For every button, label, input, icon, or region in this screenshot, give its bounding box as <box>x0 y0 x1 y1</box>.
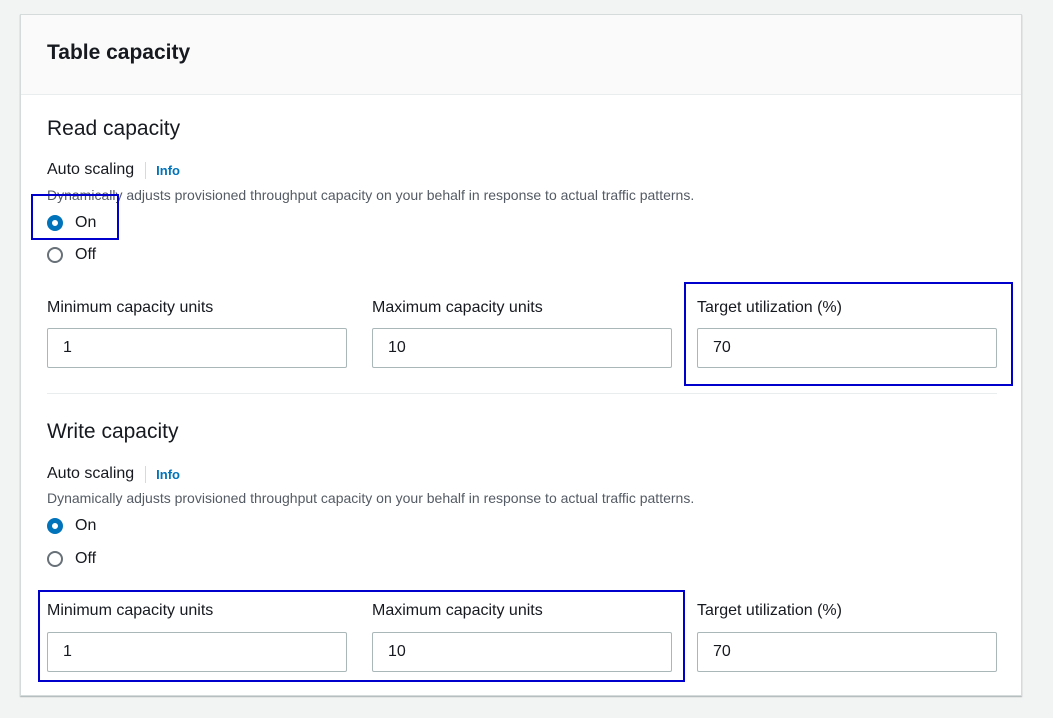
write-radio-off[interactable]: Off <box>47 550 96 568</box>
read-min-input[interactable] <box>47 328 347 368</box>
write-target-label: Target utilization (%) <box>697 602 842 619</box>
read-max-input[interactable] <box>372 328 672 368</box>
read-target-label: Target utilization (%) <box>697 299 842 316</box>
section-divider <box>47 393 997 394</box>
radio-checked-icon[interactable] <box>47 215 63 231</box>
write-target-input[interactable] <box>697 632 997 672</box>
write-max-input[interactable] <box>372 632 672 672</box>
divider <box>145 465 147 483</box>
radio-unchecked-icon[interactable] <box>47 551 63 567</box>
write-capacity-title: Write capacity <box>47 420 179 443</box>
read-info-link[interactable]: Info <box>156 163 180 178</box>
read-capacity-title: Read capacity <box>47 117 181 140</box>
read-auto-scaling-label-row: Auto scaling Info <box>47 161 180 179</box>
read-auto-scaling-label: Auto scaling <box>47 161 135 178</box>
write-info-link[interactable]: Info <box>156 467 180 482</box>
write-radio-off-label: Off <box>75 550 97 567</box>
write-max-label: Maximum capacity units <box>372 602 543 619</box>
write-radio-on-label: On <box>75 517 97 534</box>
radio-checked-icon[interactable] <box>47 518 63 534</box>
read-radio-on-label: On <box>75 214 97 231</box>
write-radio-on[interactable]: On <box>47 517 96 535</box>
table-capacity-panel: Table capacity Read capacity Auto scalin… <box>20 14 1022 696</box>
write-min-input[interactable] <box>47 632 347 672</box>
read-radio-off-label: Off <box>75 246 97 263</box>
write-auto-scaling-label: Auto scaling <box>47 465 135 482</box>
divider <box>145 161 147 179</box>
panel-title: Table capacity <box>47 41 191 64</box>
read-min-label: Minimum capacity units <box>47 299 214 316</box>
read-auto-scaling-description: Dynamically adjusts provisioned throughp… <box>47 187 695 203</box>
radio-unchecked-icon[interactable] <box>47 247 63 263</box>
read-radio-on[interactable]: On <box>47 214 96 232</box>
write-auto-scaling-label-row: Auto scaling Info <box>47 465 180 483</box>
panel-header: Table capacity <box>21 15 1021 95</box>
read-target-input[interactable] <box>697 328 997 368</box>
read-max-label: Maximum capacity units <box>372 299 543 316</box>
read-radio-off[interactable]: Off <box>47 246 96 264</box>
write-min-label: Minimum capacity units <box>47 602 214 619</box>
write-auto-scaling-description: Dynamically adjusts provisioned throughp… <box>47 490 695 506</box>
